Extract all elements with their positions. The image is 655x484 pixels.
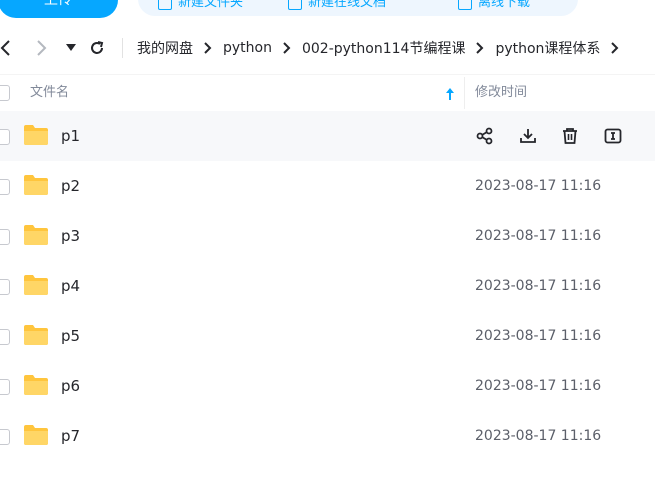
- column-divider: [464, 77, 465, 109]
- trash-icon[interactable]: [559, 125, 581, 147]
- column-header-time[interactable]: 修改时间: [475, 75, 527, 111]
- table-row[interactable]: p4 2023-08-17 11:16: [0, 261, 655, 311]
- top-toolbar: 上传 新建文件夹 新建在线文档 离线下载: [0, 0, 655, 22]
- nav-divider: [122, 38, 123, 58]
- table-header: 文件名 修改时间: [0, 74, 655, 112]
- folder-icon: [24, 425, 48, 445]
- offline-download-label: 离线下载: [478, 0, 531, 10]
- upload-label: 上传: [44, 0, 72, 8]
- row-checkbox[interactable]: [0, 429, 10, 445]
- column-header-name[interactable]: 文件名: [30, 75, 69, 111]
- folder-icon: [24, 125, 48, 145]
- modified-time: 2023-08-17 11:16: [475, 178, 602, 194]
- modified-time: 2023-08-17 11:16: [475, 378, 602, 394]
- row-checkbox[interactable]: [0, 229, 10, 245]
- breadcrumb-item[interactable]: python课程体系: [495, 38, 600, 58]
- new-online-doc-label: 新建在线文档: [308, 0, 387, 10]
- table-row[interactable]: p6 2023-08-17 11:16: [0, 361, 655, 411]
- file-name[interactable]: p6: [61, 361, 80, 411]
- breadcrumb-item[interactable]: 002-python114节编程课: [302, 38, 465, 58]
- modified-time: 2023-08-17 11:16: [475, 278, 602, 294]
- file-name[interactable]: p1: [61, 111, 80, 161]
- doc-plus-icon: [288, 0, 302, 10]
- history-dropdown-icon[interactable]: [61, 38, 81, 58]
- row-checkbox[interactable]: [0, 179, 10, 195]
- sort-up-arrow-icon[interactable]: [445, 86, 455, 105]
- file-name[interactable]: p5: [61, 311, 80, 361]
- table-row[interactable]: p1: [0, 111, 655, 161]
- row-checkbox[interactable]: [0, 329, 10, 345]
- modified-time: 2023-08-17 11:16: [475, 328, 602, 344]
- row-checkbox[interactable]: [0, 279, 10, 295]
- chevron-right-icon: [611, 42, 619, 54]
- folder-plus-icon: [158, 0, 172, 10]
- new-folder-label: 新建文件夹: [178, 0, 244, 10]
- upload-button[interactable]: 上传: [0, 0, 118, 18]
- modified-time: 2023-08-17 11:16: [475, 228, 602, 244]
- breadcrumb-item[interactable]: python: [223, 40, 272, 56]
- breadcrumb: 我的网盘 python 002-python114节编程课 python课程体系: [137, 28, 630, 68]
- nav-row: 我的网盘 python 002-python114节编程课 python课程体系: [0, 28, 655, 68]
- file-name[interactable]: p4: [61, 261, 80, 311]
- offline-download-button[interactable]: 离线下载: [458, 0, 530, 14]
- folder-icon: [24, 175, 48, 195]
- chevron-right-icon: [283, 42, 291, 54]
- rename-icon[interactable]: [602, 125, 624, 147]
- table-row[interactable]: p5 2023-08-17 11:16: [0, 311, 655, 361]
- file-name[interactable]: p3: [61, 211, 80, 261]
- row-checkbox[interactable]: [0, 129, 10, 145]
- table-row[interactable]: p3 2023-08-17 11:16: [0, 211, 655, 261]
- file-name[interactable]: p2: [61, 161, 80, 211]
- folder-icon: [24, 325, 48, 345]
- chevron-right-icon: [204, 42, 212, 54]
- breadcrumb-item[interactable]: 我的网盘: [137, 38, 193, 58]
- download-icon[interactable]: [517, 125, 539, 147]
- folder-icon: [24, 225, 48, 245]
- select-all-checkbox[interactable]: [0, 85, 10, 101]
- new-folder-button[interactable]: 新建文件夹: [158, 0, 243, 14]
- chevron-right-icon: [476, 42, 484, 54]
- offline-download-icon: [458, 0, 472, 10]
- refresh-icon[interactable]: [87, 38, 107, 58]
- table-row[interactable]: p7 2023-08-17 11:16: [0, 411, 655, 461]
- table-row[interactable]: p2 2023-08-17 11:16: [0, 161, 655, 211]
- row-checkbox[interactable]: [0, 379, 10, 395]
- forward-arrow-icon[interactable]: [31, 38, 51, 58]
- file-name[interactable]: p7: [61, 411, 80, 461]
- modified-time: 2023-08-17 11:16: [475, 428, 602, 444]
- folder-icon: [24, 275, 48, 295]
- new-online-doc-button[interactable]: 新建在线文档: [288, 0, 386, 14]
- back-arrow-icon[interactable]: [0, 38, 16, 58]
- folder-icon: [24, 375, 48, 395]
- share-icon[interactable]: [474, 125, 496, 147]
